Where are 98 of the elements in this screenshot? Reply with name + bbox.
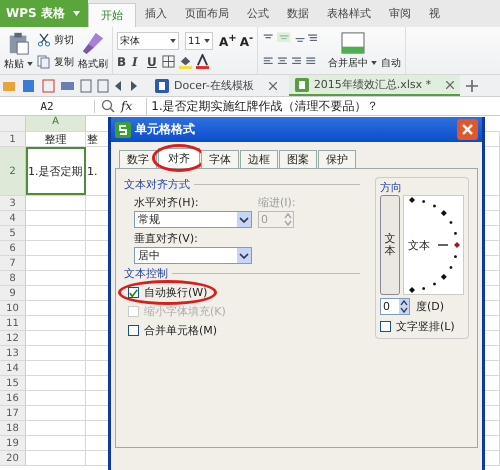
row-header[interactable]: 1 [0, 132, 26, 146]
shrink-font-button[interactable]: A$^{-}$ [240, 33, 254, 49]
row-header[interactable]: 10 [0, 301, 26, 315]
format-button[interactable]: B [117, 54, 129, 68]
vertical-text-button[interactable]: 文本 [380, 195, 400, 295]
field-label: 缩进(I): [258, 195, 296, 210]
table-cell: 整 [87, 132, 98, 146]
menu-tab[interactable]: 表格样式 [318, 0, 380, 27]
format-painter-button[interactable]: 格式刷 [78, 56, 108, 70]
wrap-button[interactable]: 自动 [381, 56, 402, 70]
format-button[interactable]: U [147, 54, 159, 68]
row-header[interactable]: 3 [0, 196, 26, 210]
font-size-field[interactable]: 11 [185, 32, 213, 50]
menu-tab[interactable]: 开始 [88, 3, 136, 27]
vertical-align-select[interactable]: 居中 [134, 247, 252, 264]
row-header[interactable]: 14 [0, 361, 26, 375]
row-header[interactable]: 11 [0, 316, 26, 330]
group-label: 方向 [380, 180, 403, 195]
document-icon [294, 78, 309, 92]
dialog-tab[interactable]: 对齐 [158, 148, 200, 168]
document-tab[interactable]: Docer-在线模板 [149, 75, 283, 96]
checkbox-label: 合并单元格(M) [144, 323, 218, 338]
dialog-tab[interactable]: 数字 [119, 150, 157, 168]
font-color-icon[interactable] [196, 54, 209, 69]
horizontal-align-select[interactable]: 常规 [134, 211, 252, 228]
menu-tab[interactable]: 数据 [278, 0, 318, 27]
close-icon[interactable] [457, 119, 478, 140]
zoom-icon[interactable] [101, 99, 115, 113]
caret-icon[interactable] [170, 39, 176, 43]
scissors-icon[interactable] [37, 32, 51, 46]
row-header[interactable]: 2 [0, 147, 26, 195]
format-button[interactable]: I [132, 54, 144, 68]
fill-color-icon[interactable] [178, 54, 193, 69]
checkbox[interactable] [128, 287, 139, 298]
table-cell: 整理 [44, 132, 66, 146]
row-header[interactable]: 6 [0, 241, 26, 255]
row-header[interactable]: 5 [0, 226, 26, 240]
row-header[interactable]: 17 [0, 406, 26, 420]
menu-tab[interactable]: 插入 [136, 0, 176, 27]
copy-icon[interactable] [37, 54, 51, 68]
dialog-tab[interactable]: 图案 [279, 150, 317, 168]
caret-icon[interactable] [371, 60, 378, 64]
checkbox[interactable] [128, 325, 139, 336]
caret-icon[interactable] [204, 39, 210, 43]
dialog-tab[interactable]: 保护 [318, 150, 356, 168]
row-header[interactable]: 8 [0, 271, 26, 285]
checkbox[interactable] [380, 321, 391, 332]
copy-button[interactable]: 复制 [54, 54, 74, 68]
checkbox-label: 缩小字体填充(K) [144, 304, 226, 319]
table-cell: 1. [87, 164, 98, 178]
row-header[interactable]: 9 [0, 286, 26, 300]
border-icon[interactable] [162, 55, 175, 68]
cut-button[interactable]: 剪切 [54, 32, 74, 46]
menu-tab[interactable]: 公式 [238, 0, 278, 27]
row-header[interactable]: 16 [0, 391, 26, 405]
checkbox-label: 文字竖排(L) [396, 319, 455, 334]
caret-icon[interactable] [27, 62, 33, 66]
dialog-title: 单元格格式 [135, 121, 196, 138]
dialog-tab[interactable]: 边框 [240, 150, 278, 168]
menu-tab[interactable]: 视 [420, 0, 449, 27]
close-icon[interactable] [268, 82, 277, 90]
font-field[interactable]: 宋体 [117, 32, 179, 50]
field-label: 垂直对齐(V): [134, 231, 199, 246]
tab-label: Docer-在线模板 [174, 78, 254, 93]
paste-button[interactable]: 粘贴 [4, 56, 24, 70]
field-label: 度(D) [416, 299, 444, 314]
row-header[interactable]: 20 [0, 451, 26, 465]
document-icon [155, 78, 169, 92]
document-tab[interactable]: 2015年绩效汇总.xlsx * [288, 75, 460, 96]
row-header[interactable]: 18 [0, 421, 26, 435]
row-header[interactable]: 19 [0, 436, 26, 450]
row-header[interactable]: 15 [0, 376, 26, 390]
column-header[interactable]: A [26, 116, 86, 131]
group-label: 文本对齐方式 [124, 177, 190, 192]
field-label: 水平对齐(H): [134, 195, 200, 210]
orientation-text: 文本 [408, 238, 430, 253]
group-label: 文本控制 [124, 266, 168, 281]
menu-tab[interactable]: 页面布局 [176, 0, 238, 27]
brush-icon[interactable] [81, 30, 105, 54]
formula-field[interactable]: 1.是否定期实施红牌作战（清理不要品）？ [146, 98, 379, 114]
row-header[interactable]: 4 [0, 211, 26, 225]
tab-label: 2015年绩效汇总.xlsx * [314, 77, 432, 92]
dialog-tab[interactable]: 字体 [201, 150, 239, 168]
function-button[interactable]: fx [121, 99, 132, 113]
row-header[interactable]: 12 [0, 331, 26, 345]
app-logo-icon [115, 122, 131, 138]
merge-center-button[interactable]: 合并居中 [328, 56, 368, 70]
grow-font-button[interactable]: A$^{+}$ [219, 33, 237, 49]
close-icon[interactable] [446, 80, 454, 88]
row-header[interactable]: 13 [0, 346, 26, 360]
menu-tab[interactable]: 审阅 [380, 0, 420, 27]
merge-icon[interactable] [340, 32, 365, 54]
table-cell: 1.是否定期 [28, 164, 82, 178]
plus-icon[interactable] [466, 80, 478, 92]
checkbox-label: 自动换行(W) [144, 285, 208, 300]
name-box[interactable]: A2 [0, 100, 95, 112]
degrees-spinner[interactable]: 0 [380, 298, 410, 315]
row-header[interactable]: 7 [0, 256, 26, 270]
